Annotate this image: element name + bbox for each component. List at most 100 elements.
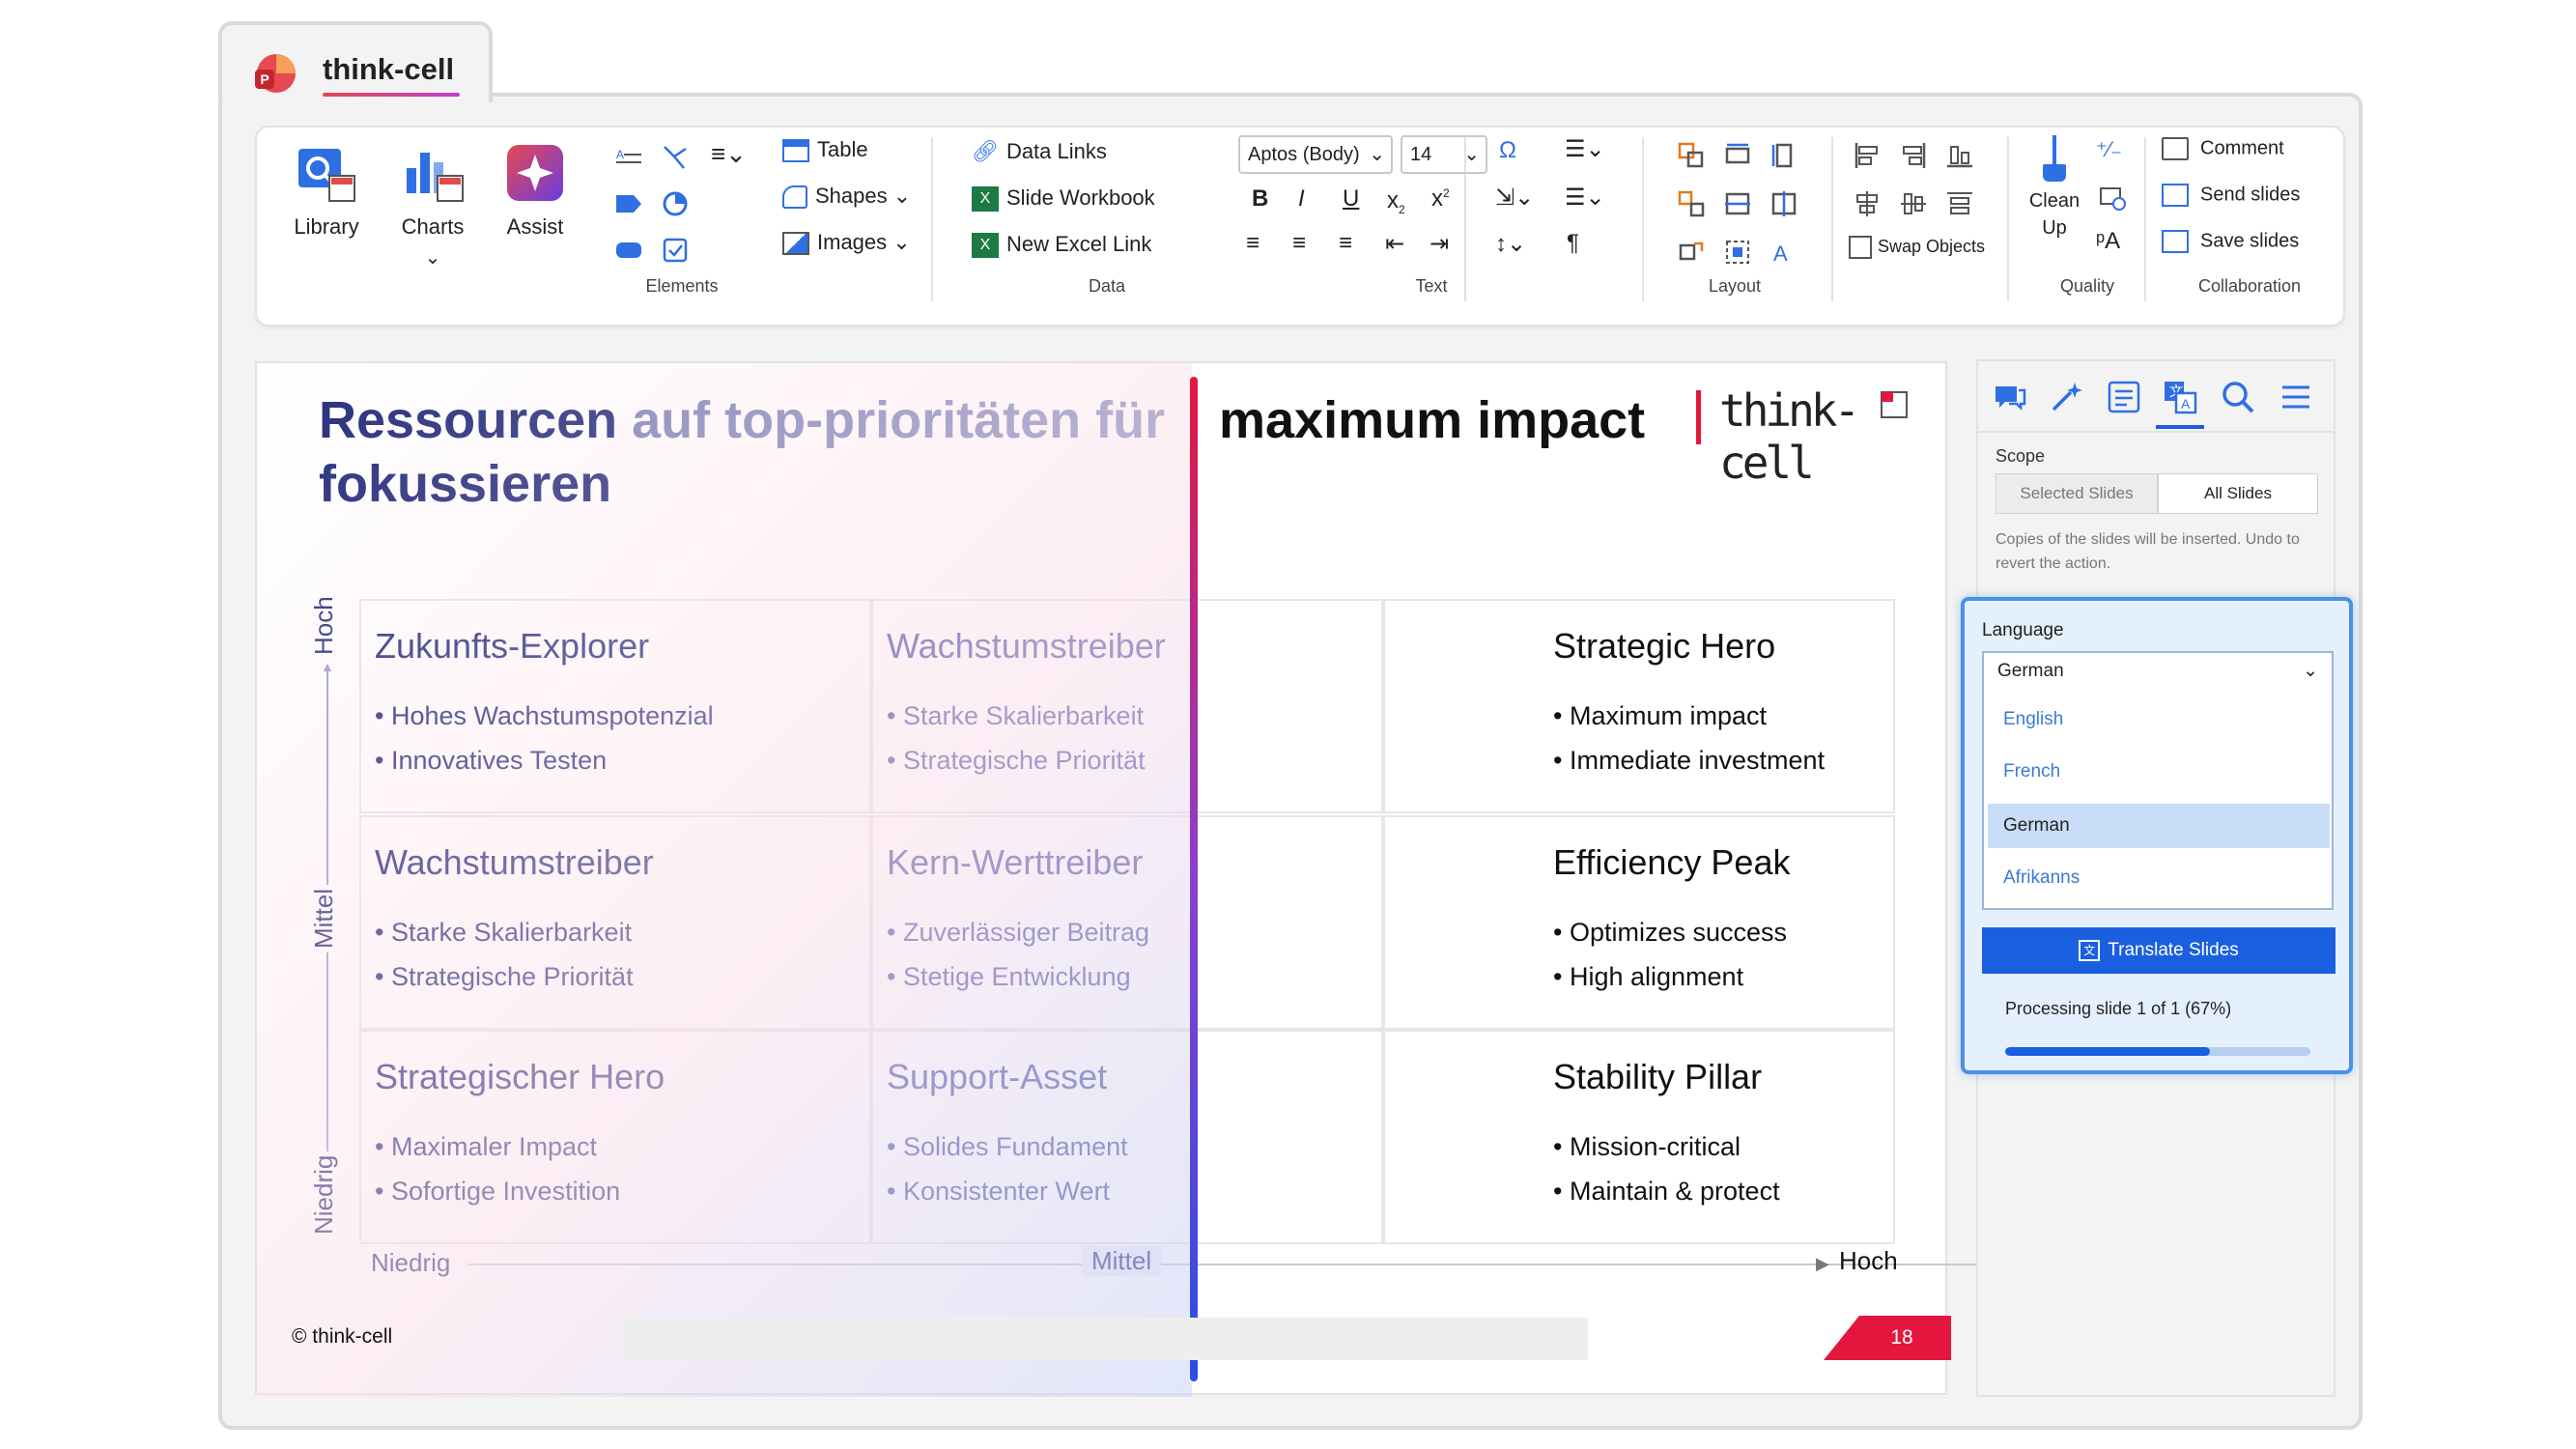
align-bottom-objects-icon[interactable] bbox=[1945, 141, 1974, 170]
cell-bullet: • Starke Skalierbarkeit bbox=[887, 701, 1144, 731]
indent-icon[interactable]: ⇥ bbox=[1430, 230, 1449, 258]
before-after-divider[interactable] bbox=[1190, 377, 1198, 1381]
swap-objects-button[interactable]: Swap Objects bbox=[1849, 236, 1985, 259]
comment-button[interactable]: Comment bbox=[2162, 137, 2284, 160]
cell-bullet: • Konsistenter Wert bbox=[887, 1177, 1110, 1207]
translate-button-icon: 文 bbox=[2079, 939, 2101, 961]
language-option-german[interactable]: German bbox=[1988, 804, 2330, 848]
superscript-button[interactable]: x2 bbox=[1431, 185, 1450, 213]
matrix-cell[interactable]: Strategischer Hero • Maximaler Impact • So… bbox=[359, 1030, 871, 1244]
align-menu-icon[interactable]: ≡⌄ bbox=[711, 139, 747, 169]
slide-title-right[interactable]: maximum impact bbox=[1219, 388, 1645, 452]
clean-up-button[interactable]: Clean Up bbox=[2021, 135, 2088, 242]
bullet-text: Starke Skalierbarkeit bbox=[390, 918, 633, 947]
underline-button[interactable]: U bbox=[1343, 185, 1359, 213]
slide-canvas[interactable]: Ressourcen auf top-prioritäten für fokus… bbox=[255, 361, 2011, 1397]
save-slides-button[interactable]: Save slides bbox=[2162, 230, 2299, 253]
align-right-objects-icon[interactable] bbox=[1899, 141, 1928, 170]
code-icon[interactable]: ⁺⁄₋ bbox=[2096, 137, 2122, 162]
language-dropdown-list: English French German Afrikanns bbox=[1982, 690, 2334, 910]
align-left-objects-icon[interactable] bbox=[1853, 141, 1882, 170]
language-option-afrikaans[interactable]: Afrikanns bbox=[1988, 856, 2330, 900]
text-symbol-icon[interactable]: Ω bbox=[1499, 137, 1516, 164]
distribute-icon[interactable] bbox=[1945, 189, 1974, 218]
subscript-button[interactable]: x2 bbox=[1387, 187, 1405, 216]
matrix-cell[interactable]: Zukunfts-Explorer • Hohes Wachstumspotenz… bbox=[359, 599, 871, 813]
align-center-icon[interactable]: ≡ bbox=[1292, 230, 1306, 257]
matrix-cell[interactable]: Stability Pillar • Mission-critical • Main… bbox=[1383, 1030, 1895, 1244]
tag-shape-icon[interactable] bbox=[614, 189, 643, 218]
text-fit-icon[interactable]: A bbox=[1769, 238, 1798, 267]
swap-icon bbox=[1849, 236, 1872, 259]
cell-bullet: • Zuverlässiger Beitrag bbox=[887, 918, 1149, 948]
magic-wand-icon[interactable] bbox=[2048, 379, 2084, 415]
menu-icon[interactable] bbox=[2278, 379, 2314, 415]
line-spacing-icon[interactable]: ↕⌄ bbox=[1495, 230, 1526, 258]
matrix-cell[interactable]: Support-Asset • Solides Fundament • Konsis… bbox=[871, 1030, 1383, 1244]
connector-icon[interactable] bbox=[661, 143, 690, 172]
fit-width-icon[interactable] bbox=[1723, 189, 1752, 218]
assist-button[interactable]: Assist bbox=[489, 139, 581, 240]
text-box-icon[interactable]: A bbox=[614, 143, 643, 172]
align-center-v-icon[interactable] bbox=[1899, 189, 1928, 218]
matrix-cell[interactable]: Efficiency Peak • Optimizes success • High… bbox=[1383, 815, 1895, 1030]
table-button[interactable]: Table bbox=[782, 137, 868, 163]
shapes-button[interactable]: Shapes ⌄ bbox=[782, 184, 911, 210]
new-excel-link-label: New Excel Link bbox=[1006, 232, 1152, 256]
library-button[interactable]: Library bbox=[278, 139, 375, 240]
excel-link-icon: X bbox=[972, 233, 999, 259]
translate-slides-button[interactable]: 文 Translate Slides bbox=[1982, 927, 2335, 974]
matrix-cell[interactable]: Kern-Werttreiber • Zuverlässiger Beitrag •… bbox=[871, 815, 1383, 1030]
same-height-icon[interactable] bbox=[1769, 141, 1798, 170]
slide-title-left[interactable]: Ressourcen auf top-prioritäten für fokus… bbox=[319, 388, 1165, 516]
fit-height-icon[interactable] bbox=[1769, 189, 1798, 218]
language-select[interactable]: German ⌄ bbox=[1982, 651, 2334, 692]
all-slides-toggle[interactable]: All Slides bbox=[2158, 473, 2318, 514]
layout-group-icon[interactable] bbox=[1677, 141, 1706, 170]
margins-icon[interactable] bbox=[1723, 238, 1752, 267]
search-icon[interactable] bbox=[2220, 379, 2256, 415]
bullet-text: Optimizes success bbox=[1569, 918, 1788, 947]
check-slides-icon[interactable] bbox=[2098, 184, 2127, 213]
send-slides-button[interactable]: Send slides bbox=[2162, 184, 2300, 207]
scope-help-text: Copies of the slides will be inserted. U… bbox=[1996, 531, 2300, 572]
bold-button[interactable]: B bbox=[1252, 185, 1268, 213]
images-button[interactable]: Images ⌄ bbox=[782, 230, 911, 256]
pie-shape-icon[interactable] bbox=[661, 189, 690, 218]
font-size-select[interactable]: 14 ⌄ bbox=[1401, 135, 1487, 174]
bullets-icon[interactable]: ☰⌄ bbox=[1565, 135, 1605, 163]
matrix-cell[interactable]: Strategic Hero • Maximum impact • Immediat… bbox=[1383, 599, 1895, 813]
rounded-rect-icon[interactable] bbox=[614, 236, 643, 265]
matrix-cell[interactable]: Wachstumstreiber • Starke Skalierbarkeit •… bbox=[871, 599, 1383, 813]
new-excel-link-button[interactable]: X New Excel Link bbox=[972, 232, 1152, 259]
italic-button[interactable]: I bbox=[1298, 185, 1305, 213]
checkbox-icon[interactable] bbox=[661, 236, 690, 265]
matrix-cell[interactable]: Wachstumstreiber • Starke Skalierbarkeit •… bbox=[359, 815, 871, 1030]
ungroup-icon[interactable] bbox=[1677, 189, 1706, 218]
language-option-french[interactable]: French bbox=[1988, 750, 2330, 794]
numbering-icon[interactable]: ☰⌄ bbox=[1565, 184, 1605, 212]
selected-slides-toggle[interactable]: Selected Slides bbox=[1996, 473, 2158, 514]
align-center-h-icon[interactable] bbox=[1853, 189, 1882, 218]
font-name-select[interactable]: Aptos (Body) ⌄ bbox=[1238, 135, 1393, 174]
data-links-button[interactable]: 🔗︎ Data Links bbox=[972, 139, 1107, 164]
spelling-icon[interactable]: ᵖA bbox=[2096, 228, 2120, 255]
outdent-icon[interactable]: ⇤ bbox=[1385, 230, 1404, 258]
cell-bullet: • Maximum impact bbox=[1553, 701, 1767, 731]
text-frame-icon[interactable] bbox=[2106, 379, 2142, 415]
slide-workbook-button[interactable]: X Slide Workbook bbox=[972, 185, 1155, 213]
rotate-icon[interactable] bbox=[1677, 238, 1706, 267]
paragraph-icon[interactable]: ¶ bbox=[1567, 230, 1579, 257]
charts-chevron-down-icon[interactable]: ⌄ bbox=[384, 245, 481, 270]
autofit-icon[interactable]: ⇲⌄ bbox=[1495, 184, 1534, 212]
broom-icon bbox=[2040, 135, 2069, 185]
align-right-icon[interactable]: ≡ bbox=[1339, 230, 1352, 257]
align-left-icon[interactable]: ≡ bbox=[1246, 230, 1260, 257]
same-width-icon[interactable] bbox=[1723, 141, 1752, 170]
images-icon bbox=[782, 232, 809, 256]
charts-button[interactable]: Charts ⌄ bbox=[384, 139, 481, 270]
language-option-english[interactable]: English bbox=[1988, 697, 2330, 742]
chat-icon[interactable] bbox=[1992, 379, 2028, 415]
translate-icon[interactable]: 文A bbox=[2162, 379, 2198, 415]
think-cell-tab[interactable]: P think-cell bbox=[218, 21, 493, 102]
